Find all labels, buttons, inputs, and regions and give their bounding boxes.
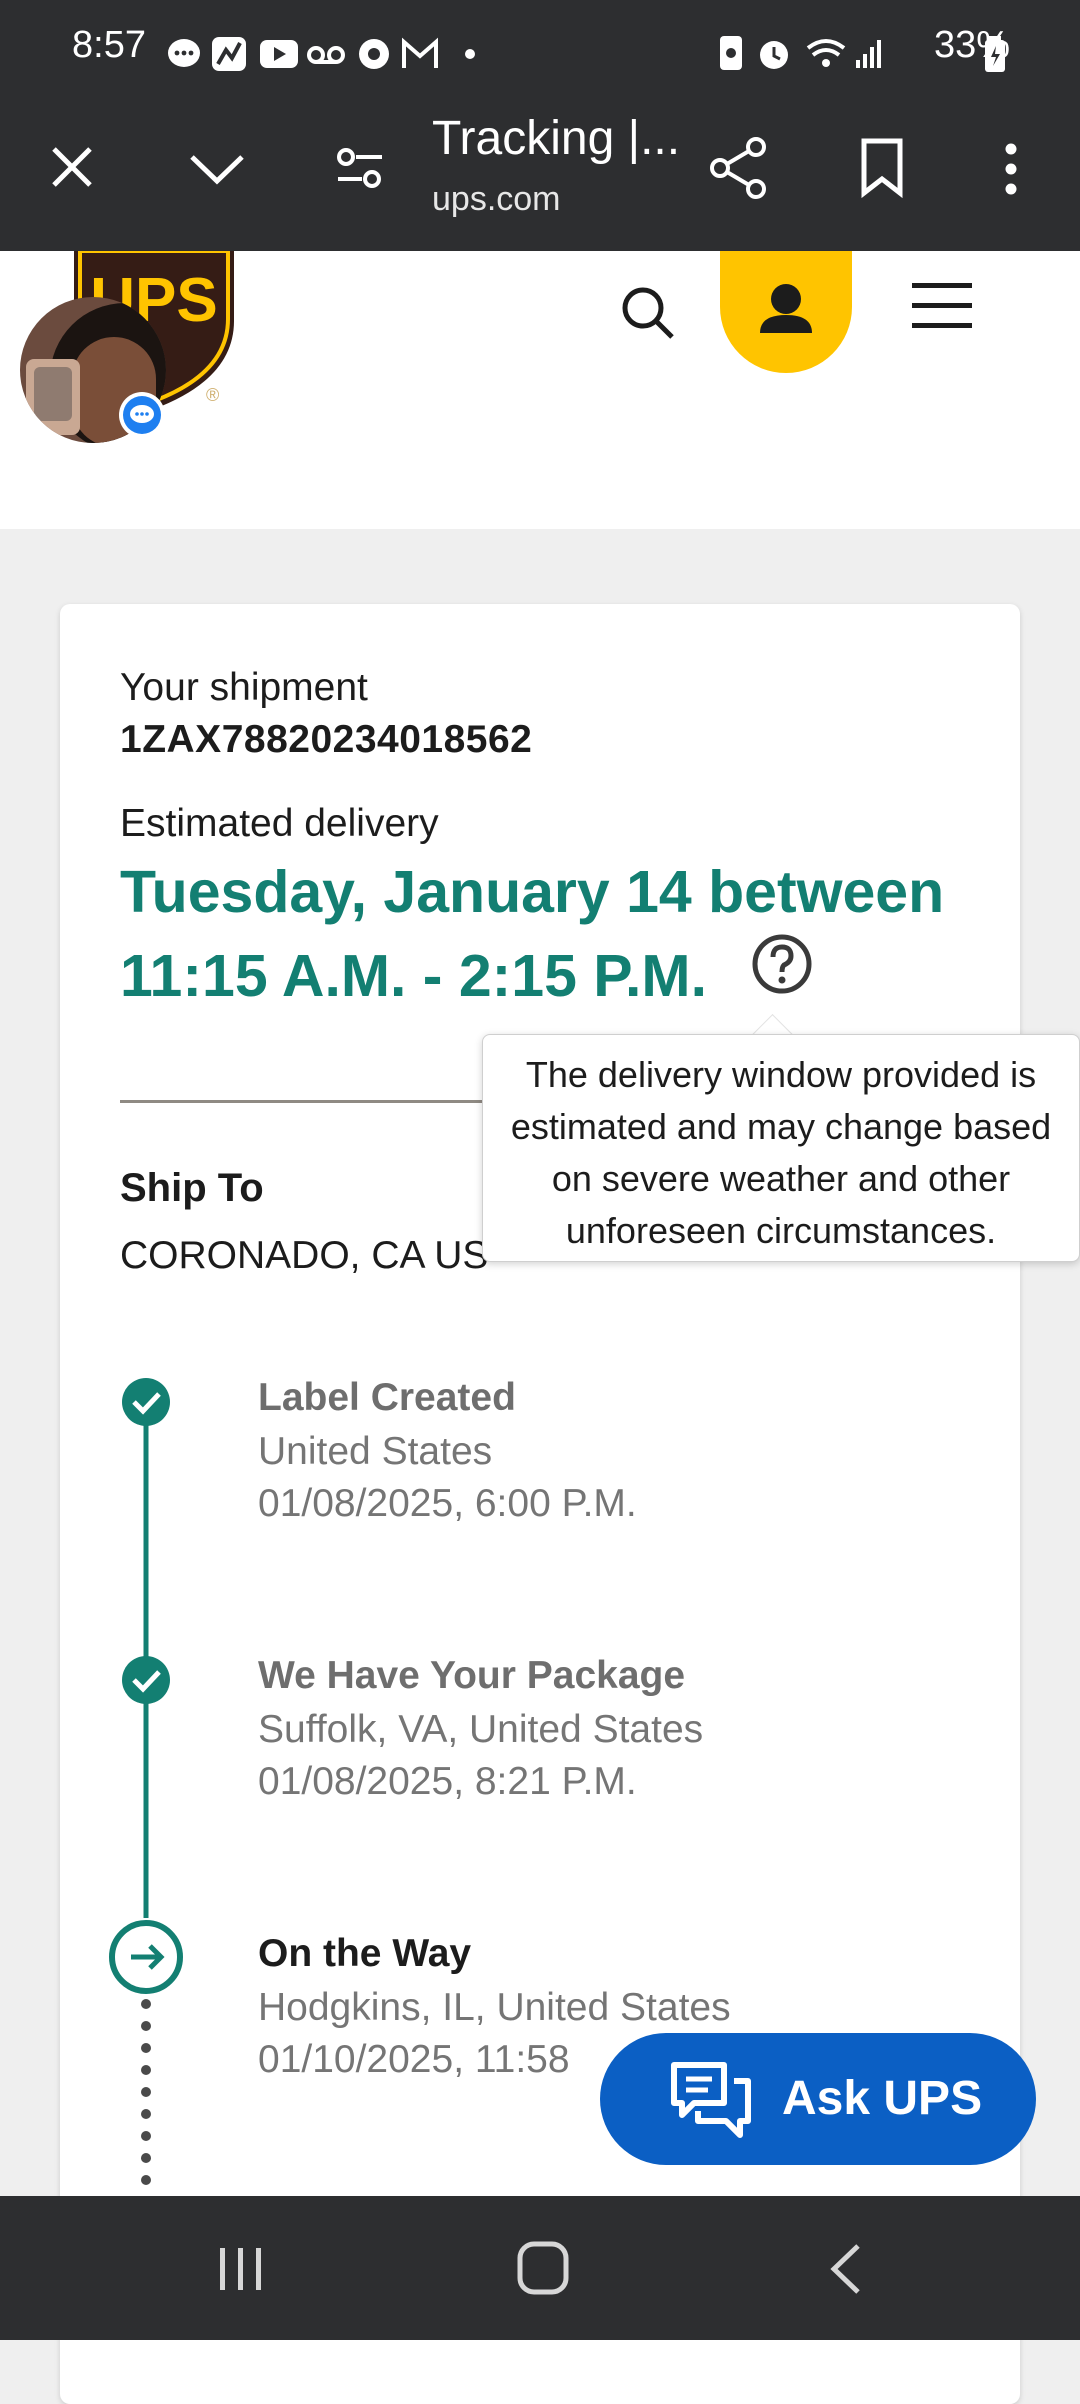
ship-to-value: CORONADO, CA US [120,1234,489,1277]
chat-bubble-icon [168,39,200,67]
estimated-delivery-label: Estimated delivery [120,802,439,845]
tracking-number[interactable]: 1ZAX78820234018562 [120,718,532,762]
page-settings-icon[interactable] [334,143,386,195]
chevron-down-icon[interactable] [186,149,248,189]
dot-icon [465,49,475,59]
close-icon[interactable] [46,141,98,193]
ask-ups-label: Ask UPS [782,2072,983,2125]
ship-to-label: Ship To [120,1166,264,1210]
share-icon[interactable] [708,135,770,201]
browser-toolbar: Tracking |... ups.com [0,105,1080,251]
tooltip-text: The delivery window provided is estimate… [510,1054,1052,1251]
youtube-icon [260,40,298,68]
help-icon[interactable] [750,932,814,996]
search-icon[interactable] [620,285,676,341]
account-icon[interactable] [720,251,852,373]
voicemail-icon [307,46,345,64]
event-location: United States [258,1430,493,1473]
page-url[interactable]: ups.com [432,180,561,219]
recent-apps-icon[interactable] [214,2244,268,2294]
delivery-window-tooltip: The delivery window provided is estimate… [482,1034,1080,1262]
event-location: Hodgkins, IL, United States [258,1986,731,2029]
notification-icons [168,37,475,71]
current-step-arrow-icon [109,1920,183,1994]
svg-text:®: ® [206,385,219,405]
divider [120,1100,540,1103]
event-location: Suffolk, VA, United States [258,1708,704,1751]
check-circle-icon [122,1378,170,1426]
status-bar: 8:57 33% [0,0,1080,105]
site-header: UPS ® [0,251,1080,529]
menu-icon[interactable] [910,281,974,331]
ask-ups-button[interactable]: Ask UPS [600,2033,1036,2165]
event-datetime: 01/10/2025, 11:58 [258,2038,570,2081]
battery-icon [985,36,1005,72]
system-nav-bar [0,2196,1080,2340]
check-circle-icon [122,1656,170,1704]
gmail-icon [402,37,438,68]
status-time: 8:57 [72,24,146,66]
timeline-pending-dots [141,1999,151,2185]
event-title: We Have Your Package [258,1654,686,1697]
more-vert-icon[interactable] [996,139,1026,199]
event-datetime: 01/08/2025, 8:21 P.M. [258,1760,637,1803]
app-icon [212,37,246,71]
chrome-icon [359,39,389,69]
chat-icon [671,2062,751,2138]
wifi-icon [806,39,846,67]
back-icon[interactable] [826,2240,866,2298]
page-title[interactable]: Tracking |... [432,111,680,166]
home-icon[interactable] [516,2240,570,2296]
alarm-icon [760,41,788,69]
event-title-current: On the Way [258,1932,472,1975]
event-datetime: 01/08/2025, 6:00 P.M. [258,1482,637,1525]
battery-saver-icon [720,36,742,70]
messenger-badge-icon [119,392,165,438]
estimated-delivery-line1: Tuesday, January 14 between [120,859,945,925]
bookmark-icon[interactable] [858,137,906,199]
estimated-delivery-line2: 11:15 A.M. - 2:15 P.M. [120,943,707,1009]
event-title: Label Created [258,1376,516,1419]
shipment-label: Your shipment [120,666,368,709]
signal-icon [856,40,881,68]
